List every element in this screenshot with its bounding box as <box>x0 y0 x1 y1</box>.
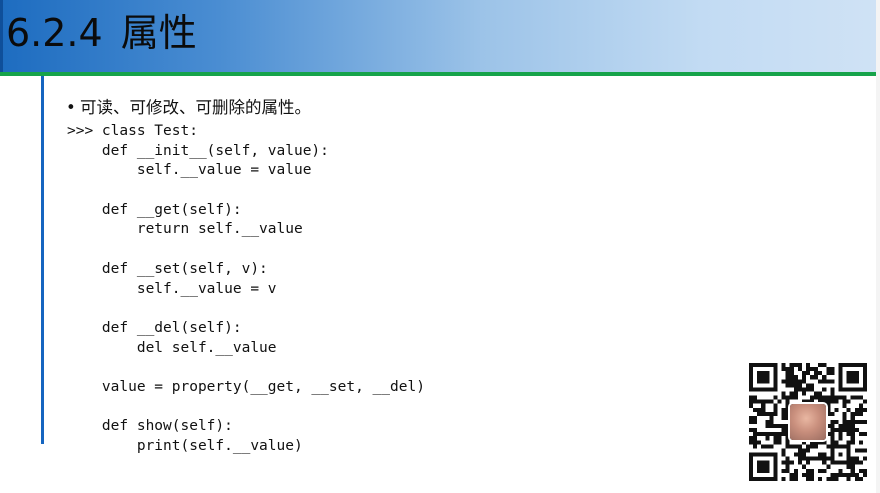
code-line: print(self.__value) <box>67 438 303 454</box>
avatar-icon <box>790 404 826 440</box>
code-line: del self.__value <box>67 339 277 356</box>
code-line: def __init__(self, value): <box>67 142 329 159</box>
code-line: return self.__value <box>67 221 303 238</box>
bullet-text: 可读、可修改、可删除的属性。 <box>80 98 311 117</box>
code-block: >>> class Test: def __init__(self, value… <box>67 122 425 457</box>
code-line: def __del(self): <box>67 319 242 336</box>
bullet-dot: • <box>66 98 76 117</box>
bullet-item: • 可读、可修改、可删除的属性。 <box>66 97 311 119</box>
section-number: 6.2.4 <box>6 11 103 55</box>
slide-title: 6.2.4 属性 <box>6 8 197 58</box>
slide: 6.2.4 属性 • 可读、可修改、可删除的属性。 >>> class Test: … <box>0 0 880 493</box>
qr-code-icon <box>749 363 867 481</box>
code-line: def __get(self): <box>67 201 242 218</box>
code-line: value = property(__get, __set, __del) <box>67 378 425 395</box>
slide-right-edge <box>876 0 880 493</box>
title-bar-edge <box>0 0 3 72</box>
code-line: self.__value = v <box>67 280 277 297</box>
title-bar: 6.2.4 属性 <box>0 0 876 72</box>
code-line: def show(self): <box>67 418 233 435</box>
content-left-rule <box>41 76 44 444</box>
code-line: self.__value = value <box>67 162 312 179</box>
title-word: 属性 <box>120 11 197 55</box>
code-line: def __set(self, v): <box>67 260 268 277</box>
title-underline <box>0 72 876 76</box>
code-line: >>> class Test: <box>67 123 198 139</box>
